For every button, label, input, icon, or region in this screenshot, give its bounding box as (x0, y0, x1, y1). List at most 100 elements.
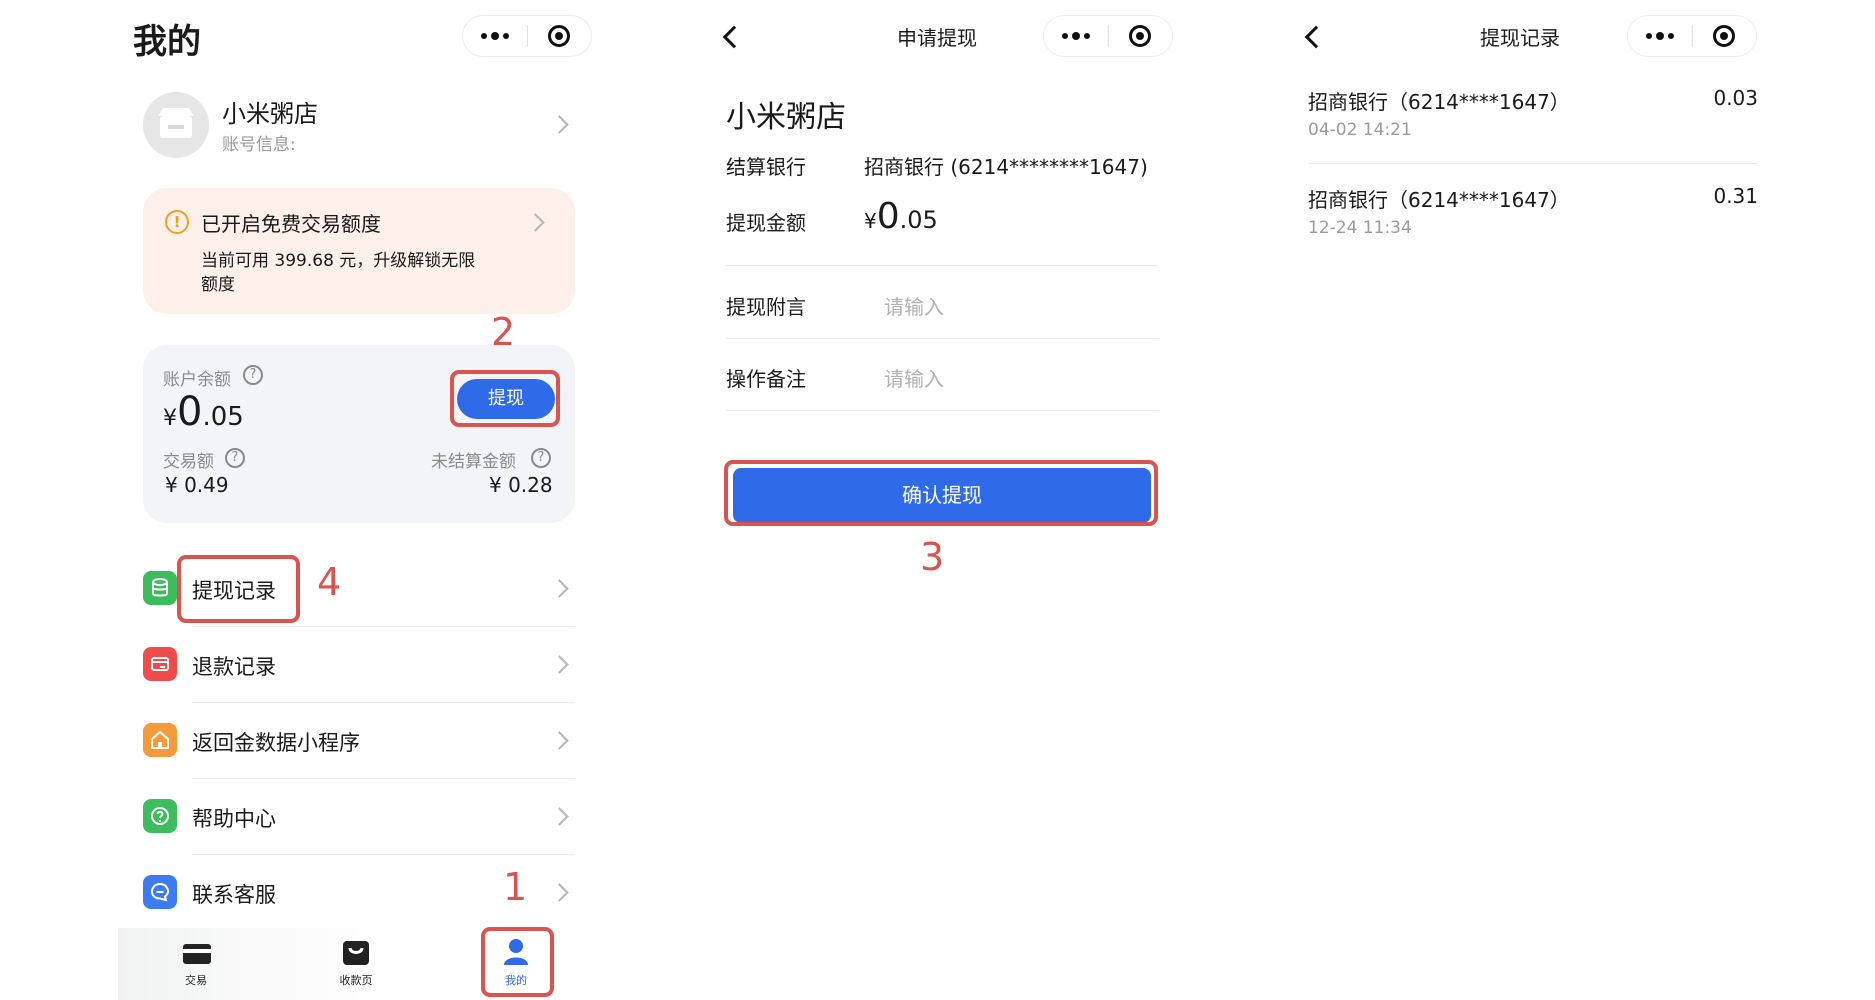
currency-symbol: ¥ (163, 406, 177, 431)
close-miniprogram-button[interactable] (1109, 16, 1173, 56)
bag-icon (343, 941, 369, 965)
chevron-right-icon (550, 883, 569, 902)
target-icon (1713, 25, 1736, 47)
chevron-right-icon (550, 655, 569, 674)
tab-collect-page[interactable]: 收款页 (326, 941, 386, 996)
more-menu-button[interactable] (1044, 16, 1108, 56)
record-list-item[interactable]: 招商银行（6214****1647） 0.31 12-24 11:34 (1308, 182, 1758, 258)
menu-item-jinshuju-miniprogram[interactable]: 返回金数据小程序 (143, 712, 580, 768)
mini-program-capsule (1043, 15, 1173, 57)
balance-decimal: .05 (202, 402, 244, 432)
tab-label: 收款页 (339, 974, 373, 987)
record-bank: 招商银行（6214****1647） (1308, 188, 1570, 212)
question-icon[interactable]: ? (531, 448, 551, 468)
left-panel-my-page: 我的 小米粥店 账号信息: ! 已开启免费交易额度 当前可用 399.68 元，… (0, 0, 620, 1000)
menu-item-refund-records[interactable]: 退款记录 (143, 636, 580, 692)
question-icon[interactable]: ? (243, 365, 263, 385)
menu-divider (192, 702, 575, 703)
target-icon (548, 25, 571, 47)
shop-name: 小米粥店 (222, 100, 318, 128)
note-input[interactable]: 请输入 (884, 291, 1154, 320)
amount-integer: 0 (876, 196, 900, 237)
record-time: 12-24 11:34 (1308, 218, 1412, 238)
chevron-right-icon (550, 115, 569, 134)
more-dots-icon (480, 32, 509, 40)
free-quota-notice[interactable]: ! 已开启免费交易额度 当前可用 399.68 元，升级解锁无限 额度 (143, 188, 575, 314)
record-amount: 0.03 (1713, 86, 1758, 110)
remark-input[interactable]: 请输入 (884, 363, 1154, 392)
shop-avatar (143, 92, 209, 158)
step-4-highlight (177, 555, 300, 623)
currency-symbol: ¥ (864, 209, 877, 233)
step-3-label: 3 (920, 535, 945, 579)
store-icon (158, 108, 194, 138)
record-amount: 0.31 (1713, 184, 1758, 208)
close-miniprogram-button[interactable] (528, 16, 592, 56)
bank-value: 招商银行 (6214********1647) (864, 155, 1148, 179)
balance-label: 账户余额 (163, 370, 231, 390)
tab-label: 交易 (185, 974, 207, 987)
menu-label: 返回金数据小程序 (192, 731, 360, 755)
step-4-label: 4 (317, 560, 342, 604)
nav-title: 申请提现 (897, 26, 977, 50)
question-icon[interactable]: ? (225, 448, 245, 468)
menu-label: 联系客服 (192, 883, 276, 907)
balance-integer: 0 (177, 389, 203, 435)
menu-divider (192, 778, 575, 779)
form-divider (726, 410, 1158, 411)
step-1-highlight (481, 927, 554, 997)
mini-program-capsule (1627, 15, 1757, 57)
page-title: 我的 (133, 22, 201, 62)
close-miniprogram-button[interactable] (1693, 16, 1757, 56)
card-refund-icon (143, 647, 177, 681)
record-divider (1308, 163, 1758, 164)
menu-divider (192, 854, 575, 855)
withdraw-amount: ¥0.05 (864, 196, 938, 237)
more-menu-button[interactable] (1628, 16, 1692, 56)
amount-decimal: .05 (899, 206, 938, 234)
note-label: 提现附言 (726, 295, 806, 319)
notice-line-1: 当前可用 399.68 元，升级解锁无限 (201, 251, 476, 271)
chevron-right-icon (550, 731, 569, 750)
trade-label: 交易额 (163, 452, 214, 472)
record-list-item[interactable]: 招商银行（6214****1647） 0.03 04-02 14:21 (1308, 84, 1758, 160)
remark-label: 操作备注 (726, 367, 806, 391)
form-divider (726, 338, 1158, 339)
mini-program-capsule (462, 15, 592, 57)
step-2-highlight (450, 370, 560, 427)
warning-icon: ! (165, 210, 189, 234)
step-3-highlight (724, 460, 1158, 526)
step-1-label: 1 (503, 865, 528, 909)
tab-trade[interactable]: 交易 (166, 942, 226, 996)
chevron-right-icon (550, 807, 569, 826)
unsettled-label: 未结算金额 (431, 452, 516, 472)
middle-panel-withdraw-apply: 申请提现 小米粥店 结算银行 招商银行 (6214********1647) 提… (620, 0, 1210, 1000)
notice-title: 已开启免费交易额度 (201, 212, 381, 236)
balance-amount: ¥0.05 (163, 389, 244, 435)
database-icon (143, 571, 177, 605)
account-info: 账号信息: (222, 135, 296, 155)
profile-row[interactable]: 小米粥店 账号信息: (140, 88, 580, 164)
shop-name: 小米粥店 (726, 100, 846, 135)
help-icon (143, 799, 177, 833)
back-arrow-icon[interactable] (722, 25, 746, 49)
card-icon (183, 944, 211, 964)
more-menu-button[interactable] (463, 16, 527, 56)
home-icon (143, 723, 177, 757)
record-bank: 招商银行（6214****1647） (1308, 90, 1570, 114)
record-time: 04-02 14:21 (1308, 120, 1412, 140)
amount-label: 提现金额 (726, 211, 806, 235)
target-icon (1129, 25, 1152, 47)
trade-value: ¥ 0.49 (165, 473, 229, 497)
nav-title: 提现记录 (1480, 26, 1560, 50)
chevron-right-icon (526, 213, 545, 232)
menu-item-help-center[interactable]: 帮助中心 (143, 788, 580, 844)
right-panel-withdraw-records: 提现记录 招商银行（6214****1647） 0.03 04-02 14:21… (1210, 0, 1875, 1000)
back-arrow-icon[interactable] (1304, 25, 1328, 49)
menu-label: 退款记录 (192, 655, 276, 679)
more-dots-icon (1061, 32, 1090, 40)
form-divider (726, 265, 1158, 266)
menu-label: 帮助中心 (192, 807, 276, 831)
chevron-right-icon (550, 579, 569, 598)
more-dots-icon (1645, 32, 1674, 40)
